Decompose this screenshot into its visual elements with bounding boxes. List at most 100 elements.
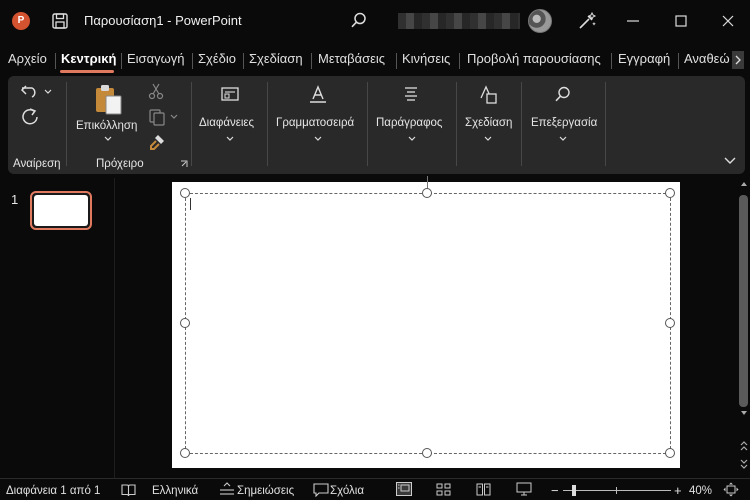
slide-counter: Διαφάνεια 1 από 1 [6,485,101,497]
tab-separator [396,53,397,69]
search-icon[interactable] [350,11,368,29]
reading-view-icon[interactable] [476,482,491,496]
tab-review[interactable]: Αναθεώ [684,51,730,66]
resize-handle[interactable] [180,188,190,198]
tab-draw[interactable]: Σχέδιο [198,51,236,66]
undo-dropdown-icon[interactable] [44,89,52,95]
tab-slideshow[interactable]: Προβολή παρουσίασης [467,51,601,66]
scroll-down-icon[interactable] [740,409,748,417]
account-name-blurred[interactable] [398,13,520,29]
close-icon[interactable] [719,12,737,30]
slide-thumbnail[interactable] [30,191,92,230]
slideshow-view-icon[interactable] [516,482,532,496]
comments-icon[interactable] [313,483,329,497]
ribbon-separator [267,82,268,166]
tab-home[interactable]: Κεντρική [61,51,116,66]
format-painter-icon[interactable] [148,133,166,151]
editing-dropdown-icon[interactable] [559,136,567,142]
tab-animations[interactable]: Κινήσεις [402,51,450,66]
tab-separator [192,53,193,69]
powerpoint-logo-icon: P [12,12,30,30]
zoom-slider-center-tick [616,487,617,494]
title-placeholder[interactable] [185,193,671,454]
zoom-in-button[interactable]: + [674,483,682,498]
notes-button[interactable]: Σημειώσεις [237,485,294,497]
font-button[interactable]: Γραμματοσειρά [276,117,354,129]
paste-dropdown-icon[interactable] [104,136,112,142]
ribbon-separator [456,82,457,166]
redo-icon[interactable] [20,107,40,127]
editing-button[interactable]: Επεξεργασία [531,117,597,129]
slides-icon[interactable] [220,86,240,104]
drawing-shapes-icon[interactable] [478,85,498,105]
resize-handle[interactable] [665,318,675,328]
normal-view-icon[interactable] [396,482,412,496]
text-cursor [190,198,191,210]
copy-dropdown-icon[interactable] [170,114,178,120]
tab-record[interactable]: Εγγραφή [618,51,670,66]
scroll-up-icon[interactable] [740,180,748,188]
paste-icon[interactable] [94,84,124,116]
designer-icon[interactable] [577,11,597,31]
comments-button[interactable]: Σχόλια [330,485,364,497]
font-icon[interactable] [308,85,328,105]
resize-handle[interactable] [422,448,432,458]
tab-insert[interactable]: Εισαγωγή [127,51,184,66]
tabs-scroll-right-icon[interactable] [732,51,744,69]
clipboard-group-label: Πρόχειρο [96,158,144,170]
cut-icon[interactable] [148,82,164,100]
resize-handle[interactable] [665,448,675,458]
language-indicator[interactable]: Ελληνικά [152,485,198,497]
clipboard-launcher-icon[interactable] [180,160,188,168]
copy-icon[interactable] [148,108,166,126]
maximize-icon[interactable] [672,12,690,30]
next-slide-icon[interactable] [739,458,749,470]
paragraph-icon[interactable] [402,86,420,102]
resize-handle[interactable] [180,448,190,458]
title-bar: P Παρουσίαση1 - PowerPoint [0,0,750,42]
slide-thumbnail-preview [34,195,88,226]
undo-group-label: Αναίρεση [13,158,61,170]
drawing-button[interactable]: Σχεδίαση [465,117,512,129]
editing-search-icon[interactable] [554,85,572,103]
fit-to-window-icon[interactable] [723,482,739,497]
paste-button[interactable]: Επικόλληση [76,120,137,132]
paragraph-dropdown-icon[interactable] [408,136,416,142]
accessibility-book-icon[interactable] [121,483,136,497]
ribbon-tabs: Αρχείο Κεντρική Εισαγωγή Σχέδιο Σχεδίαση… [0,46,750,72]
document-title: Παρουσίαση1 - PowerPoint [84,13,242,28]
tab-separator [55,53,56,69]
status-bar [0,478,750,500]
tab-separator [121,53,122,69]
save-icon[interactable] [51,12,69,30]
zoom-out-button[interactable]: − [551,483,559,498]
slides-dropdown-icon[interactable] [226,136,234,142]
tab-separator [459,53,460,69]
tab-design[interactable]: Σχεδίαση [249,51,303,66]
pane-splitter[interactable] [114,178,115,478]
minimize-icon[interactable] [624,12,642,30]
drawing-dropdown-icon[interactable] [484,136,492,142]
resize-handle[interactable] [665,188,675,198]
avatar[interactable] [528,9,552,33]
ribbon-separator [191,82,192,166]
slide-number: 1 [11,192,19,207]
resize-handle[interactable] [422,188,432,198]
slides-button[interactable]: Διαφάνειες [199,117,254,129]
zoom-level[interactable]: 40% [689,485,712,497]
font-dropdown-icon[interactable] [314,136,322,142]
scrollbar-thumb[interactable] [739,195,748,407]
tab-file[interactable]: Αρχείο [8,51,47,66]
paragraph-button[interactable]: Παράγραφος [376,117,442,129]
ribbon-expand-chevron-icon[interactable] [724,156,736,166]
tab-separator [311,53,312,69]
tab-transitions[interactable]: Μεταβάσεις [318,51,385,66]
previous-slide-icon[interactable] [739,440,749,452]
slide-sorter-view-icon[interactable] [436,483,451,496]
undo-icon[interactable] [20,82,40,100]
zoom-slider-thumb[interactable] [572,485,576,496]
ribbon-separator [66,82,67,166]
notes-icon[interactable] [219,482,235,496]
resize-handle[interactable] [180,318,190,328]
zoom-slider-track[interactable] [563,490,671,491]
